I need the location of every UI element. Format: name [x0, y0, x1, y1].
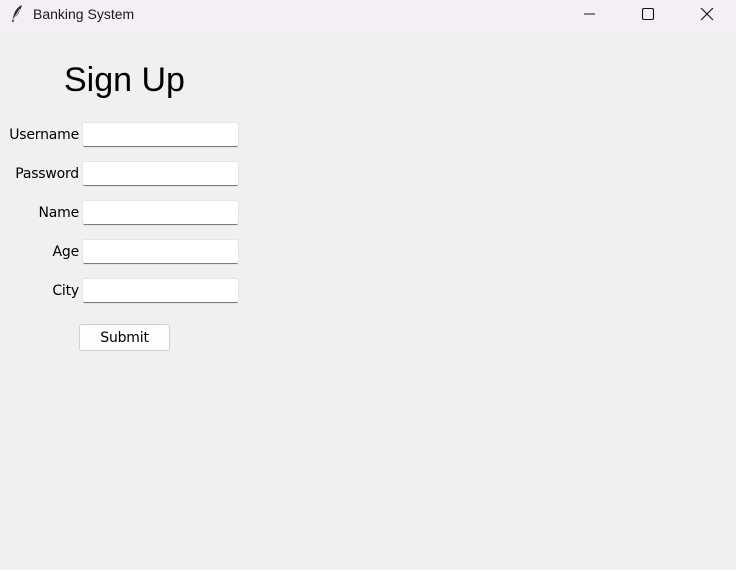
maximize-button[interactable]	[625, 0, 671, 32]
age-field[interactable]	[83, 240, 238, 264]
page-title: Sign Up	[64, 61, 185, 99]
minimize-button[interactable]	[567, 0, 613, 32]
app-window: Banking System Sign Up Username Password…	[0, 0, 736, 572]
password-field[interactable]	[83, 162, 238, 186]
username-field[interactable]	[83, 123, 238, 147]
window-title: Banking System	[33, 6, 135, 22]
close-button[interactable]	[684, 0, 730, 32]
name-field[interactable]	[83, 201, 238, 225]
city-label: City	[52, 283, 79, 299]
password-label: Password	[15, 166, 79, 182]
submit-button[interactable]: Submit	[79, 324, 170, 351]
username-label: Username	[9, 127, 79, 143]
title-bar[interactable]: Banking System	[0, 0, 736, 32]
age-label: Age	[52, 244, 80, 260]
city-field[interactable]	[83, 279, 238, 303]
feather-icon	[9, 4, 25, 24]
name-label: Name	[38, 205, 79, 221]
